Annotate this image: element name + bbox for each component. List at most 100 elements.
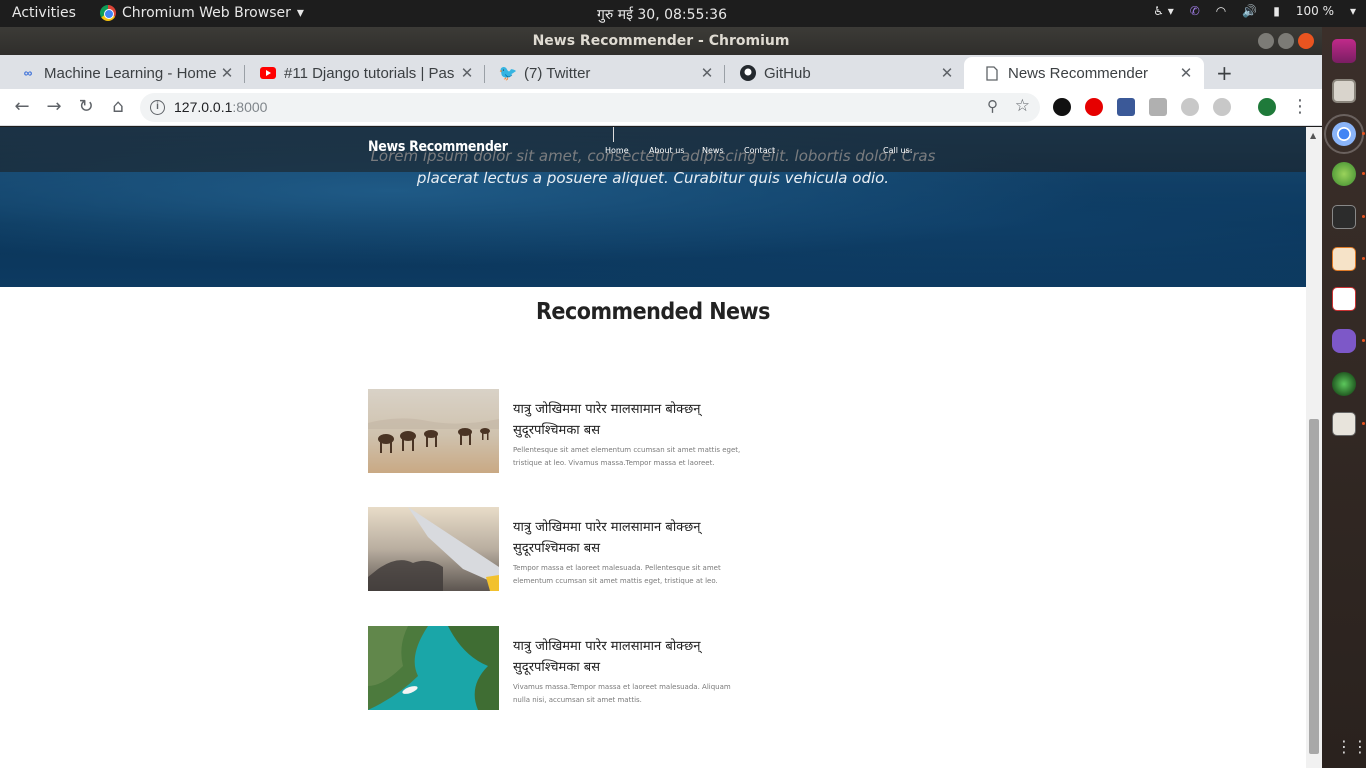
news-description: Pellentesque sit amet elementum ccumsan … <box>513 446 741 467</box>
news-description: Tempor massa et laoreet malesuada. Pelle… <box>513 564 721 585</box>
close-tab-icon[interactable]: ✕ <box>939 64 955 82</box>
forward-icon[interactable]: → <box>43 96 65 118</box>
extension-briefcase-icon[interactable] <box>1117 98 1135 116</box>
site-brand[interactable]: News Recommender <box>368 139 508 155</box>
youtube-icon <box>260 65 276 81</box>
dock-app-icon[interactable] <box>1332 39 1356 63</box>
home-icon[interactable]: ⌂ <box>107 96 129 118</box>
dock-running-indicator <box>1362 132 1365 135</box>
news-description: Vivamus massa.Tempor massa et laoreet ma… <box>513 683 731 704</box>
app-menu-label: Chromium Web Browser <box>122 5 291 21</box>
dock-screenshot-icon[interactable] <box>1332 412 1356 436</box>
site-info-icon[interactable]: i <box>150 100 165 115</box>
menu-kebab-icon[interactable]: ⋮ <box>1289 96 1311 118</box>
page-scrollbar[interactable]: ▲ <box>1306 127 1322 768</box>
address-bar[interactable]: i 127.0.0.1:8000 ⚲ ☆ <box>140 93 1040 122</box>
scroll-up-arrow-icon[interactable]: ▲ <box>1310 131 1316 140</box>
extension-compass-icon[interactable] <box>1181 98 1199 116</box>
show-applications-icon[interactable]: ⋮⋮⋮ <box>1336 737 1366 756</box>
window-controls <box>1258 33 1314 49</box>
reload-icon[interactable]: ↻ <box>75 96 97 118</box>
news-image-desert-camels[interactable] <box>368 389 499 473</box>
scrollbar-thumb[interactable] <box>1309 419 1319 754</box>
dock-running-indicator <box>1362 257 1365 260</box>
clock[interactable]: गुरु मई 30, 08:55:36 <box>597 5 727 24</box>
battery-level: 100 % <box>1295 4 1334 18</box>
bookmark-star-icon[interactable]: ☆ <box>1015 96 1030 116</box>
nav-about-us[interactable]: About us <box>649 146 684 155</box>
url-port: :8000 <box>232 99 268 115</box>
tab-title: (7) Twitter <box>524 64 591 82</box>
tab-title: Machine Learning - Home <box>44 64 217 82</box>
system-menu-icon[interactable]: ▾ <box>1350 4 1356 18</box>
dock-running-indicator <box>1362 339 1365 342</box>
section-title: Recommended News <box>535 299 771 325</box>
extension-facebook-icon[interactable] <box>1149 98 1167 116</box>
back-icon[interactable]: ← <box>11 96 33 118</box>
site-navbar: News Recommender Home About us News Cont… <box>0 127 1306 172</box>
dock-impress-icon[interactable] <box>1332 247 1356 271</box>
dock-running-indicator <box>1362 172 1365 175</box>
page-viewport: Lorem ipsum dolor sit amet, consectetur … <box>0 127 1306 768</box>
news-item[interactable]: यात्रु जोखिममा पारेर मालसामान बोक्छन् सु… <box>368 626 748 710</box>
close-tab-icon[interactable]: ✕ <box>1178 64 1194 82</box>
maximize-button[interactable] <box>1278 33 1294 49</box>
twitter-icon: 🐦 <box>498 65 518 82</box>
system-tray[interactable]: ♿ ▾ ✆ ◠ 🔊 ▮ 100 % ▾ <box>1153 4 1356 18</box>
tab-news-recommender[interactable]: News Recommender ✕ <box>964 57 1204 89</box>
app-menu[interactable]: Chromium Web Browser ▾ <box>100 5 304 21</box>
tab-machine-learning[interactable]: ∞ Machine Learning - Home ✕ <box>0 57 245 89</box>
profile-avatar[interactable] <box>1258 98 1276 116</box>
dock-running-indicator <box>1362 215 1365 218</box>
window-title: News Recommender - Chromium <box>532 33 790 49</box>
system-top-bar: Activities Chromium Web Browser ▾ गुरु म… <box>0 0 1366 27</box>
news-item[interactable]: यात्रु जोखिममा पारेर मालसामान बोक्छन् सु… <box>368 507 748 591</box>
dock-viber-icon[interactable] <box>1332 329 1356 353</box>
tab-title: GitHub <box>764 64 811 82</box>
news-image-airplane-wing[interactable] <box>368 507 499 591</box>
extension-adblock-icon[interactable] <box>1085 98 1103 116</box>
tab-django-tutorials[interactable]: #11 Django tutorials | Pas ✕ <box>240 57 485 89</box>
tab-twitter[interactable]: 🐦 (7) Twitter ✕ <box>480 57 725 89</box>
loop-icon: ∞ <box>23 66 33 80</box>
dock-files-icon[interactable] <box>1332 79 1356 103</box>
viber-tray-icon[interactable]: ✆ <box>1190 4 1200 18</box>
address-url[interactable]: 127.0.0.1:8000 <box>174 99 267 115</box>
nav-divider <box>613 127 614 142</box>
tab-title: News Recommender <box>1008 64 1149 82</box>
ubuntu-dock: ⋮⋮⋮ <box>1322 27 1366 768</box>
minimize-button[interactable] <box>1258 33 1274 49</box>
new-tab-button[interactable]: + <box>1216 61 1233 85</box>
close-tab-icon[interactable]: ✕ <box>699 64 715 82</box>
news-item[interactable]: यात्रु जोखिममा पारेर मालसामान बोक्छन् सु… <box>368 389 748 473</box>
zoom-icon[interactable]: ⚲ <box>987 97 998 115</box>
tab-strip: ∞ Machine Learning - Home ✕ #11 Django t… <box>0 55 1322 89</box>
accessibility-icon[interactable]: ♿ ▾ <box>1153 4 1174 18</box>
wifi-icon: ◠ <box>1215 4 1227 18</box>
nav-home[interactable]: Home <box>605 146 629 155</box>
nav-contact[interactable]: Contact <box>744 146 775 155</box>
dock-globe-icon[interactable] <box>1332 372 1356 396</box>
github-icon <box>740 65 756 81</box>
dock-gitkraken-icon[interactable] <box>1332 162 1356 186</box>
news-headline[interactable]: यात्रु जोखिममा पारेर मालसामान बोक्छन् सु… <box>513 517 743 559</box>
extension-paw-icon[interactable] <box>1053 98 1071 116</box>
activities-button[interactable]: Activities <box>12 5 76 21</box>
dock-terminal-icon[interactable] <box>1332 205 1356 229</box>
news-headline[interactable]: यात्रु जोखिममा पारेर मालसामान बोक्छन् सु… <box>513 636 743 678</box>
nav-call-us[interactable]: Call us: <box>883 146 912 155</box>
dock-chromium-icon[interactable] <box>1324 114 1364 154</box>
chromium-icon <box>100 5 116 21</box>
close-tab-icon[interactable]: ✕ <box>219 64 235 82</box>
extension-bike-icon[interactable] <box>1213 98 1231 116</box>
volume-icon: 🔊 <box>1242 4 1258 18</box>
dock-evince-icon[interactable] <box>1332 287 1356 311</box>
tab-github[interactable]: GitHub ✕ <box>720 57 965 89</box>
tab-title: #11 Django tutorials | Pas <box>284 64 455 82</box>
close-tab-icon[interactable]: ✕ <box>459 64 475 82</box>
news-headline[interactable]: यात्रु जोखिममा पारेर मालसामान बोक्छन् सु… <box>513 399 743 441</box>
nav-news[interactable]: News <box>702 146 724 155</box>
close-window-button[interactable] <box>1298 33 1314 49</box>
news-image-island-boat[interactable] <box>368 626 499 710</box>
url-host: 127.0.0.1 <box>174 99 233 115</box>
